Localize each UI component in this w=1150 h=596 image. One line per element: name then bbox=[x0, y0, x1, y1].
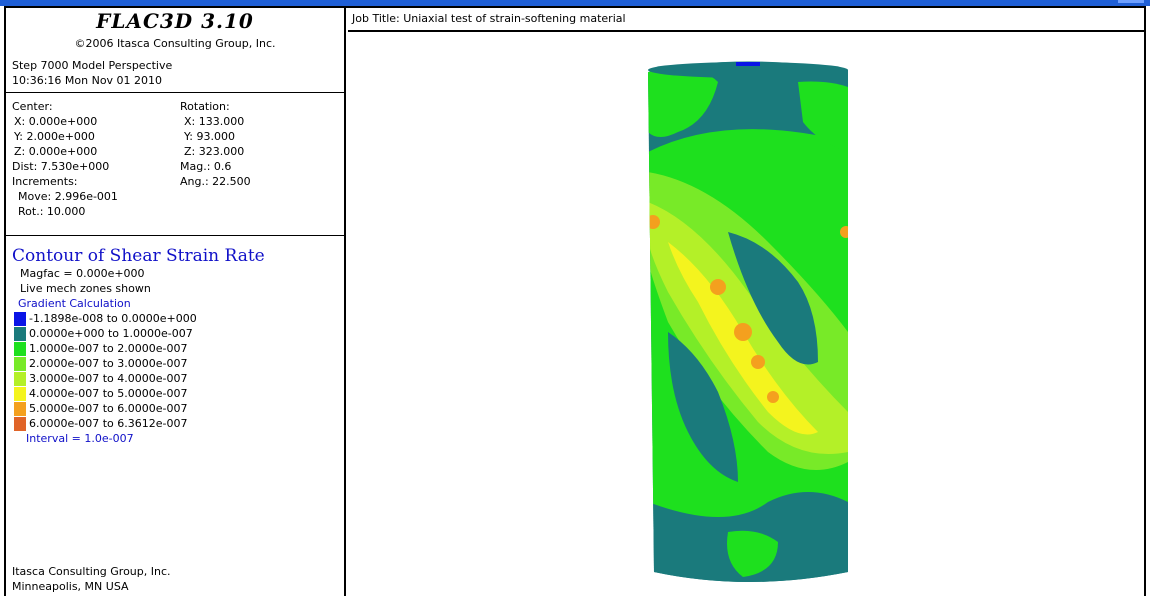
legend-swatch bbox=[14, 416, 26, 431]
title-bar-accent bbox=[1118, 0, 1144, 3]
contour-spot-orange bbox=[767, 391, 779, 403]
contour-spot-orange bbox=[734, 323, 752, 341]
legend-label: 4.0000e-007 to 5.0000e-007 bbox=[29, 387, 188, 400]
interval: Interval = 1.0e-007 bbox=[26, 432, 134, 445]
center-x: X: 0.000e+000 bbox=[14, 115, 98, 128]
legend-swatch bbox=[14, 356, 26, 371]
legend-entry: 5.0000e-007 to 6.0000e-007 bbox=[6, 401, 344, 416]
datetime: 10:36:16 Mon Nov 01 2010 bbox=[12, 74, 163, 87]
step-line: Step 7000 Model Perspective bbox=[12, 59, 173, 72]
contour-spot-blue bbox=[736, 62, 760, 66]
ang: Ang.: 22.500 bbox=[180, 175, 251, 188]
contour-legend: -1.1898e-008 to 0.0000e+000 0.0000e+000 … bbox=[6, 311, 344, 431]
magfac: Magfac = 0.000e+000 bbox=[20, 267, 145, 280]
rotation-label: Rotation: bbox=[180, 100, 230, 113]
contour-spot-orange bbox=[840, 226, 848, 238]
rot: Rot.: 10.000 bbox=[18, 205, 86, 218]
view-settings: Center: X: 0.000e+000 Y: 2.000e+000 Z: 0… bbox=[6, 99, 344, 235]
legend-entry: 2.0000e-007 to 3.0000e-007 bbox=[6, 356, 344, 371]
center-z: Z: 0.000e+000 bbox=[14, 145, 98, 158]
legend-entry: 4.0000e-007 to 5.0000e-007 bbox=[6, 386, 344, 401]
legend-entry: 6.0000e-007 to 6.3612e-007 bbox=[6, 416, 344, 431]
cylinder-model bbox=[648, 61, 848, 582]
legend-swatch bbox=[14, 386, 26, 401]
legend-label: 3.0000e-007 to 4.0000e-007 bbox=[29, 372, 188, 385]
center-label: Center: bbox=[12, 100, 53, 113]
legend-swatch bbox=[14, 326, 26, 341]
legend-entry: 3.0000e-007 to 4.0000e-007 bbox=[6, 371, 344, 386]
footer-company: Itasca Consulting Group, Inc. bbox=[12, 565, 171, 578]
legend-swatch bbox=[14, 401, 26, 416]
legend-swatch bbox=[14, 311, 26, 326]
rotation-x: X: 133.000 bbox=[184, 115, 245, 128]
center-y: Y: 2.000e+000 bbox=[14, 130, 95, 143]
footer-location: Minneapolis, MN USA bbox=[12, 580, 129, 593]
contour-spot-orange bbox=[710, 279, 726, 295]
rotation-y: Y: 93.000 bbox=[184, 130, 235, 143]
zones-shown: Live mech zones shown bbox=[20, 282, 151, 295]
legend-label: 0.0000e+000 to 1.0000e-007 bbox=[29, 327, 193, 340]
divider bbox=[6, 92, 344, 93]
mag: Mag.: 0.6 bbox=[180, 160, 232, 173]
legend-swatch bbox=[14, 371, 26, 386]
legend-swatch bbox=[14, 341, 26, 356]
copyright: ©2006 Itasca Consulting Group, Inc. bbox=[74, 37, 276, 50]
contour-spot-orange bbox=[648, 215, 660, 229]
legend-label: -1.1898e-008 to 0.0000e+000 bbox=[29, 312, 197, 325]
move: Move: 2.996e-001 bbox=[18, 190, 118, 203]
divider bbox=[6, 235, 344, 236]
contour-spot-orange bbox=[751, 355, 765, 369]
legend-label: 1.0000e-007 to 2.0000e-007 bbox=[29, 342, 188, 355]
legend-entry: 0.0000e+000 to 1.0000e-007 bbox=[6, 326, 344, 341]
legend-panel: FLAC3D 3.10 ©2006 Itasca Consulting Grou… bbox=[6, 8, 346, 596]
footer: Itasca Consulting Group, Inc. Minneapoli… bbox=[12, 564, 171, 594]
legend-label: 2.0000e-007 to 3.0000e-007 bbox=[29, 357, 188, 370]
contour-title: Contour of Shear Strain Rate bbox=[12, 246, 265, 266]
legend-entry: -1.1898e-008 to 0.0000e+000 bbox=[6, 311, 344, 326]
legend-entry: 1.0000e-007 to 2.0000e-007 bbox=[6, 341, 344, 356]
rotation-z: Z: 323.000 bbox=[184, 145, 245, 158]
legend-label: 6.0000e-007 to 6.3612e-007 bbox=[29, 417, 188, 430]
dist: Dist: 7.530e+000 bbox=[12, 160, 110, 173]
app-title: FLAC3D 3.10 bbox=[96, 9, 254, 33]
job-title: Job Title: Uniaxial test of strain-softe… bbox=[352, 12, 626, 25]
gradient-calc: Gradient Calculation bbox=[18, 297, 131, 310]
plot-area: Job Title: Uniaxial test of strain-softe… bbox=[348, 8, 1144, 596]
increments: Increments: bbox=[12, 175, 78, 188]
legend-label: 5.0000e-007 to 6.0000e-007 bbox=[29, 402, 188, 415]
